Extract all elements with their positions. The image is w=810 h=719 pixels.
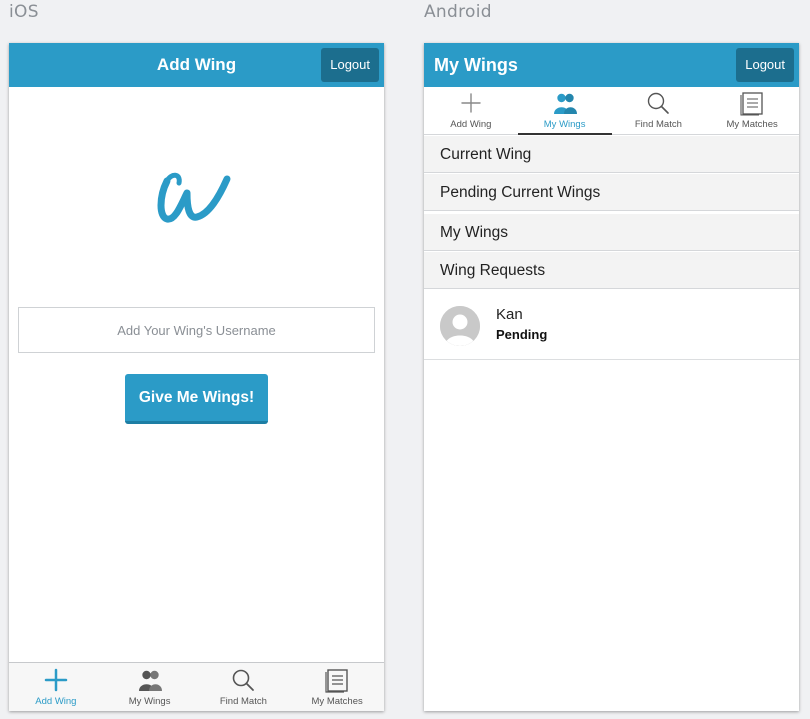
android-tab-my-wings[interactable]: My Wings xyxy=(517,87,612,135)
android-platform-label: Android xyxy=(424,2,492,22)
logout-button[interactable]: Logout xyxy=(736,48,794,82)
ios-tab-bar: Add Wing My Wings Find Match My Matches xyxy=(9,662,384,711)
ios-tab-label: My Wings xyxy=(128,696,171,707)
user-avatar-icon xyxy=(440,306,480,346)
android-tab-label: My Wings xyxy=(543,119,586,130)
document-icon xyxy=(740,92,763,116)
android-screen: My Wings Logout Add Wing My Wings Find M… xyxy=(424,43,799,711)
logout-button[interactable]: Logout xyxy=(321,48,379,82)
ios-screen: Add Wing Logout Give Me Wings! Add Wing … xyxy=(9,43,384,711)
android-tab-find-match[interactable]: Find Match xyxy=(612,87,706,134)
android-tab-bar: Add Wing My Wings Find Match My Matches xyxy=(424,87,799,135)
ios-platform-label: iOS xyxy=(9,2,39,22)
request-user-name: Kan xyxy=(496,306,523,323)
avatar xyxy=(440,306,480,346)
wings-logo-icon xyxy=(157,172,231,223)
ios-tab-my-wings[interactable]: My Wings xyxy=(103,663,197,711)
search-icon xyxy=(648,92,670,114)
ios-tab-find-match[interactable]: Find Match xyxy=(197,663,291,711)
android-tab-add-wing[interactable]: Add Wing xyxy=(424,87,518,134)
android-tab-label: Find Match xyxy=(634,119,682,130)
ios-tab-label: Add Wing xyxy=(35,696,77,707)
wing-username-input[interactable] xyxy=(18,307,375,353)
request-status: Pending xyxy=(496,327,548,342)
give-me-wings-button[interactable]: Give Me Wings! xyxy=(125,374,268,424)
android-tab-my-matches[interactable]: My Matches xyxy=(705,87,799,134)
search-icon xyxy=(233,669,255,691)
section-my-wings[interactable]: My Wings xyxy=(424,214,799,251)
plus-icon xyxy=(461,93,481,113)
ios-header-bar: Add Wing Logout xyxy=(9,43,384,87)
wing-request-row[interactable]: Kan Pending xyxy=(424,289,799,360)
ios-tab-label: Find Match xyxy=(219,696,267,707)
people-icon xyxy=(138,670,162,691)
ios-tab-add-wing[interactable]: Add Wing xyxy=(9,663,103,711)
people-icon xyxy=(553,93,577,114)
page-title: My Wings xyxy=(434,55,518,75)
android-header-bar: My Wings Logout xyxy=(424,43,799,87)
plus-icon xyxy=(44,668,68,692)
android-tab-label: Add Wing xyxy=(450,119,492,130)
section-wing-requests[interactable]: Wing Requests xyxy=(424,252,799,289)
document-icon xyxy=(325,669,348,693)
section-current-wing[interactable]: Current Wing xyxy=(424,136,799,173)
section-pending-current-wings[interactable]: Pending Current Wings xyxy=(424,174,799,211)
ios-tab-label: My Matches xyxy=(311,696,363,707)
android-tab-label: My Matches xyxy=(726,119,778,130)
ios-tab-my-matches[interactable]: My Matches xyxy=(290,663,384,711)
